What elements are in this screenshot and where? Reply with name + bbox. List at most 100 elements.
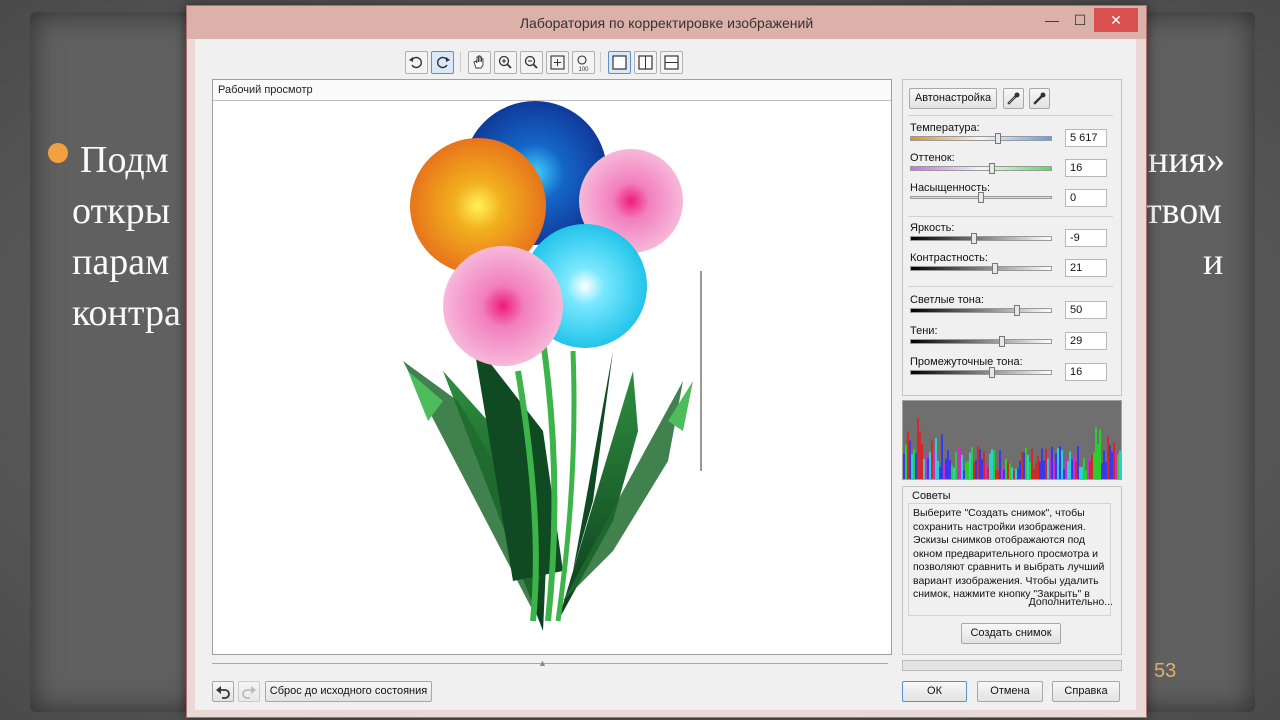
contrast-value[interactable]: 21 bbox=[1065, 259, 1107, 277]
zoom-out-icon[interactable] bbox=[520, 51, 543, 74]
temperature-track[interactable] bbox=[910, 136, 1052, 141]
tint-value[interactable]: 16 bbox=[1065, 159, 1107, 177]
tips-text: Выберите "Создать снимок", чтобы сохрани… bbox=[913, 507, 1105, 600]
temperature-value[interactable]: 5 617 bbox=[1065, 129, 1107, 147]
single-view-icon[interactable] bbox=[608, 51, 631, 74]
create-snapshot-button[interactable]: Создать снимок bbox=[961, 623, 1061, 644]
histogram-bar bbox=[911, 454, 913, 479]
histogram-bar bbox=[1037, 455, 1039, 479]
histogram-bar bbox=[945, 458, 947, 479]
brightness-thumb[interactable] bbox=[970, 233, 977, 244]
slide-line-2: откры bbox=[72, 190, 171, 232]
histogram-bar bbox=[969, 452, 971, 479]
close-button[interactable]: ✕ bbox=[1094, 8, 1138, 32]
histogram-bar bbox=[1003, 469, 1005, 479]
histogram-bar bbox=[949, 460, 951, 479]
zoom-in-icon[interactable] bbox=[494, 51, 517, 74]
midtones-thumb[interactable] bbox=[989, 367, 996, 378]
ok-button[interactable]: ОК bbox=[902, 681, 967, 702]
highlights-value[interactable]: 50 bbox=[1065, 301, 1107, 319]
working-preview[interactable]: Рабочий просмотр bbox=[212, 79, 892, 655]
saturation-value[interactable]: 0 bbox=[1065, 189, 1107, 207]
histogram-bar bbox=[973, 462, 975, 479]
midtones-track[interactable] bbox=[910, 370, 1052, 375]
histogram-bar bbox=[1071, 459, 1073, 479]
histogram-bar bbox=[1095, 427, 1097, 479]
panel-divider bbox=[908, 115, 1113, 116]
splitter-grip-icon[interactable]: ▲ bbox=[538, 658, 547, 668]
highlights-track[interactable] bbox=[910, 308, 1052, 313]
split-view-vertical-icon[interactable] bbox=[634, 51, 657, 74]
histogram-bar bbox=[1087, 458, 1089, 479]
brightness-track[interactable] bbox=[910, 236, 1052, 241]
histogram-bar bbox=[1053, 460, 1055, 479]
cancel-button[interactable]: Отмена bbox=[977, 681, 1043, 702]
histogram-bar bbox=[953, 467, 955, 479]
tint-thumb[interactable] bbox=[989, 163, 996, 174]
histogram-bar bbox=[991, 449, 993, 479]
temperature-thumb[interactable] bbox=[995, 133, 1002, 144]
brightness-value[interactable]: -9 bbox=[1065, 229, 1107, 247]
histogram-bar bbox=[1079, 467, 1081, 479]
actual-size-100-icon[interactable]: 100 bbox=[572, 51, 595, 74]
histogram-bar bbox=[1043, 460, 1045, 479]
histogram-bar bbox=[1059, 446, 1061, 479]
fit-to-window-icon[interactable] bbox=[546, 51, 569, 74]
histogram-bar bbox=[997, 470, 999, 479]
histogram-bar bbox=[971, 447, 973, 479]
histogram-bar bbox=[1115, 451, 1117, 479]
undo-icon[interactable] bbox=[212, 681, 234, 702]
histogram-bar bbox=[913, 449, 915, 479]
slide-fragment-1: ния» bbox=[1148, 139, 1226, 181]
contrast-track[interactable] bbox=[910, 266, 1052, 271]
histogram-bar bbox=[1111, 451, 1113, 479]
saturation-thumb[interactable] bbox=[978, 192, 984, 203]
histogram-bar bbox=[931, 440, 933, 479]
histogram-bar bbox=[951, 465, 953, 479]
histogram-bar bbox=[989, 453, 991, 479]
histogram-bar bbox=[1011, 467, 1013, 479]
histogram-bar bbox=[1119, 450, 1121, 479]
histogram-bar bbox=[987, 467, 989, 479]
slide-line-3: парам bbox=[72, 241, 170, 283]
histogram-bar bbox=[1009, 463, 1011, 479]
auto-adjust-button[interactable]: Автонастройка bbox=[909, 88, 997, 109]
histogram-bar bbox=[965, 462, 967, 479]
contrast-thumb[interactable] bbox=[992, 263, 999, 274]
tint-label: Оттенок: bbox=[910, 152, 955, 164]
histogram-bar bbox=[1099, 429, 1101, 479]
midtones-value[interactable]: 16 bbox=[1065, 363, 1107, 381]
title-bar[interactable]: Лаборатория по корректировке изображений… bbox=[187, 6, 1146, 39]
zoom-100-label: 100 bbox=[578, 67, 589, 73]
shadows-value[interactable]: 29 bbox=[1065, 332, 1107, 350]
histogram-bar bbox=[1005, 458, 1007, 479]
eyedropper-black-icon[interactable] bbox=[1029, 88, 1050, 109]
redo-icon[interactable] bbox=[238, 681, 260, 702]
maximize-button[interactable]: ☐ bbox=[1065, 8, 1095, 32]
eyedropper-white-icon[interactable] bbox=[1003, 88, 1024, 109]
brightness-label: Яркость: bbox=[910, 222, 955, 234]
more-link[interactable]: Дополнительно... bbox=[1029, 596, 1113, 608]
minimize-button[interactable]: — bbox=[1037, 8, 1067, 32]
histogram-bar bbox=[905, 444, 907, 479]
shadows-thumb[interactable] bbox=[999, 336, 1006, 347]
shadows-track[interactable] bbox=[910, 339, 1052, 344]
tint-track[interactable] bbox=[910, 166, 1052, 171]
reset-button[interactable]: Сброс до исходного состояния bbox=[265, 681, 432, 702]
histogram-bar bbox=[1107, 436, 1109, 479]
histogram-bar bbox=[1049, 454, 1051, 479]
rotate-left-icon[interactable] bbox=[405, 51, 428, 74]
rotate-right-icon[interactable] bbox=[431, 51, 454, 74]
histogram-bar bbox=[977, 446, 979, 479]
tips-panel: Советы Выберите "Создать снимок", чтобы … bbox=[902, 486, 1122, 655]
histogram-bar bbox=[1013, 470, 1015, 479]
hand-pan-icon[interactable] bbox=[468, 51, 491, 74]
histogram-bar bbox=[1045, 448, 1047, 479]
highlights-thumb[interactable] bbox=[1013, 305, 1020, 316]
adjustments-panel: Автонастройка Температура: 5 617 Оттенок… bbox=[902, 79, 1122, 396]
split-view-horizontal-icon[interactable] bbox=[660, 51, 683, 74]
help-button[interactable]: Справка bbox=[1052, 681, 1120, 702]
histogram-bar bbox=[999, 450, 1001, 479]
histogram-bar bbox=[1077, 446, 1079, 479]
preview-splitter[interactable] bbox=[212, 663, 888, 664]
